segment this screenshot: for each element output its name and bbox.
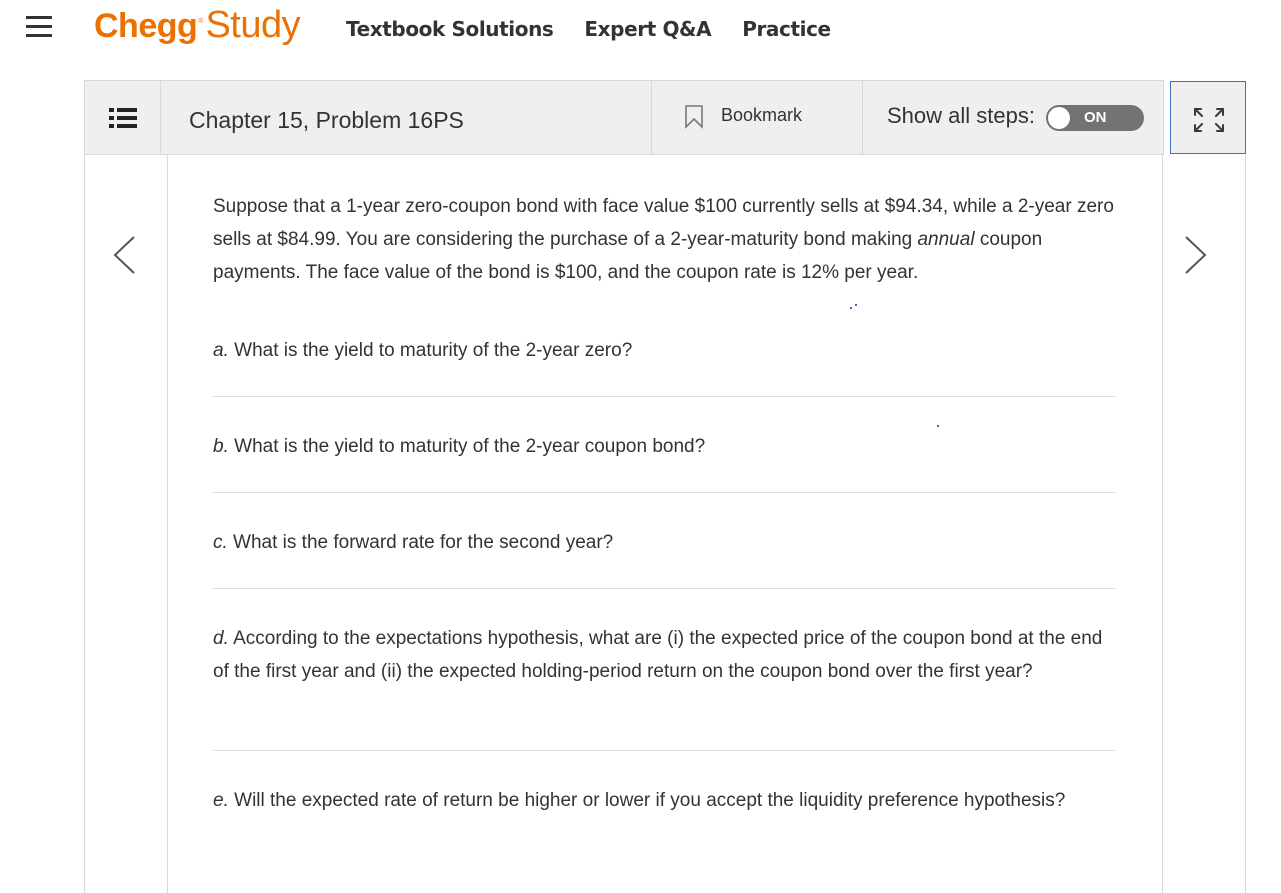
- solution-header-bar: Chapter 15, Problem 16PS Bookmark Show a…: [84, 80, 1164, 155]
- question-label: b.: [213, 436, 229, 457]
- question-c: c. What is the forward rate for the seco…: [213, 526, 1116, 559]
- brand-chegg-text: Chegg: [94, 7, 198, 45]
- question-b: b. What is the yield to maturity of the …: [213, 430, 1116, 463]
- nav-link-practice[interactable]: Practice: [742, 17, 831, 41]
- question-d: d. According to the expectations hypothe…: [213, 622, 1116, 688]
- question-label: a.: [213, 340, 229, 361]
- cursor-artifact: [855, 304, 857, 306]
- question-label: d.: [213, 628, 229, 649]
- table-of-contents-button[interactable]: [85, 81, 161, 154]
- question-text: What is the yield to maturity of the 2-y…: [228, 340, 633, 361]
- question-text: Will the expected rate of return be high…: [228, 790, 1066, 811]
- divider: [213, 492, 1116, 493]
- nav-link-expert-qa[interactable]: Expert Q&A: [584, 17, 711, 41]
- expand-icon: [1194, 108, 1224, 132]
- show-all-steps-label: Show all steps:: [887, 103, 1035, 128]
- question-text: According to the expectations hypothesis…: [213, 628, 1103, 682]
- problem-statement: Suppose that a 1-year zero-coupon bond w…: [213, 190, 1116, 289]
- table-of-contents-icon: [109, 108, 137, 128]
- expand-view-button[interactable]: [1170, 81, 1246, 154]
- chevron-left-icon[interactable]: [111, 235, 137, 275]
- divider: [213, 588, 1116, 589]
- divider: [213, 750, 1116, 751]
- top-navigation: Chegg ® Study Textbook Solutions Expert …: [0, 0, 1281, 64]
- question-text: What is the forward rate for the second …: [227, 532, 614, 553]
- previous-panel: [84, 155, 168, 893]
- problem-intro-emphasis: annual: [917, 229, 975, 250]
- brand-study-text: Study: [205, 4, 301, 46]
- cursor-artifact: [937, 425, 939, 427]
- bookmark-label: Bookmark: [721, 105, 803, 125]
- question-e: e. Will the expected rate of return be h…: [213, 784, 1116, 817]
- hamburger-menu-icon[interactable]: [26, 16, 52, 38]
- problem-content: Suppose that a 1-year zero-coupon bond w…: [213, 190, 1116, 811]
- cursor-artifact: [850, 307, 852, 309]
- show-all-steps-toggle[interactable]: ON: [1046, 105, 1144, 131]
- toggle-knob: [1047, 106, 1071, 130]
- bookmark-icon: [685, 105, 703, 129]
- nav-links: Textbook Solutions Expert Q&A Practice: [346, 17, 862, 41]
- nav-link-textbook-solutions[interactable]: Textbook Solutions: [346, 17, 554, 41]
- chegg-study-logo[interactable]: Chegg ® Study: [94, 4, 301, 50]
- question-label: e.: [213, 790, 229, 811]
- next-panel: [1162, 155, 1246, 893]
- chevron-right-icon[interactable]: [1183, 235, 1209, 275]
- question-a: a. What is the yield to maturity of the …: [213, 334, 1116, 367]
- toggle-state-text: ON: [1084, 109, 1107, 126]
- brand-registered-mark: ®: [198, 18, 204, 25]
- bookmark-button[interactable]: Bookmark: [651, 81, 863, 154]
- divider: [213, 396, 1116, 397]
- chapter-title: Chapter 15, Problem 16PS: [189, 107, 464, 133]
- question-text: What is the yield to maturity of the 2-y…: [228, 436, 706, 457]
- question-label: c.: [213, 532, 228, 553]
